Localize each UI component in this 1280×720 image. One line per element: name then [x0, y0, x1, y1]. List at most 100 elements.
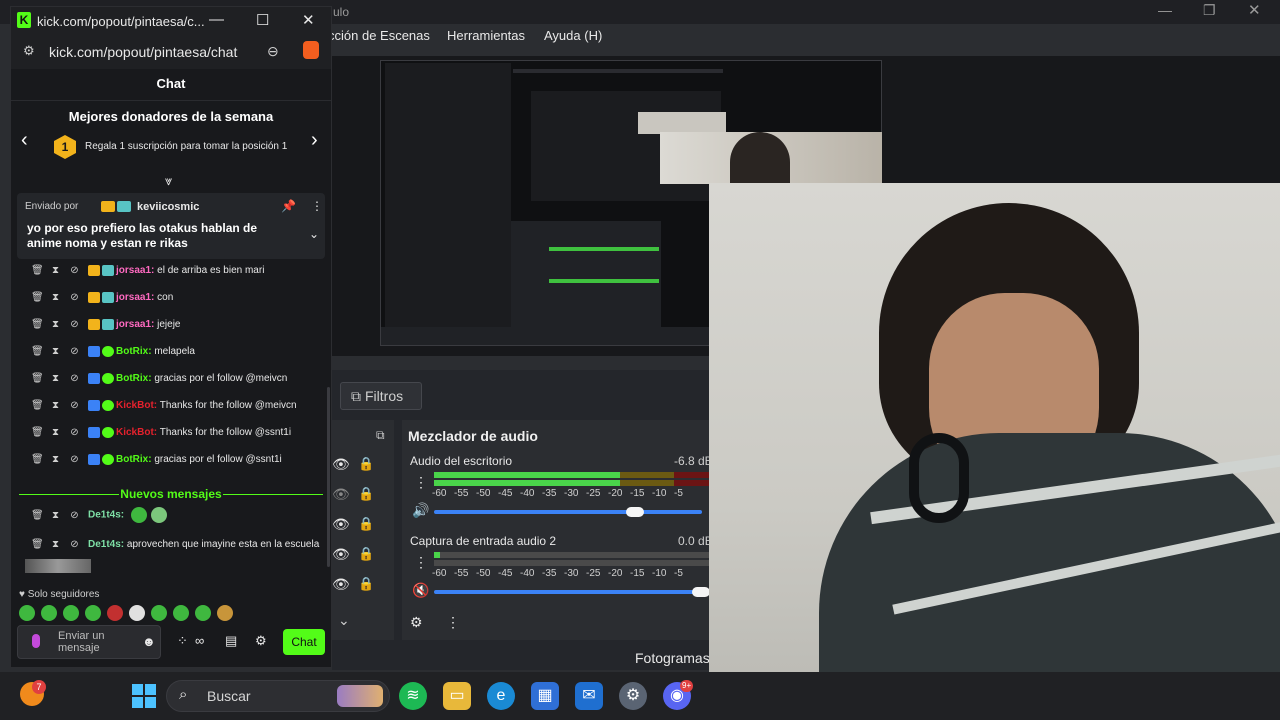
- lock-icon[interactable]: 🔒: [358, 456, 374, 472]
- emoji-icon[interactable]: ☻: [142, 634, 156, 649]
- more-options-icon[interactable]: ⋮: [414, 554, 428, 571]
- pin-icon[interactable]: 📌: [281, 199, 296, 213]
- timeout-icon[interactable]: ⧗: [50, 510, 61, 521]
- menu-scene-collection[interactable]: cción de Escenas: [328, 28, 430, 43]
- obs-minimize-icon[interactable]: —: [1158, 2, 1172, 18]
- emote-button[interactable]: [195, 605, 211, 621]
- emote-button[interactable]: [173, 605, 189, 621]
- delete-icon[interactable]: 🗑: [31, 510, 44, 521]
- outlook-icon[interactable]: ✉: [575, 682, 603, 710]
- site-settings-icon[interactable]: ⚙: [23, 43, 35, 59]
- volume-slider-knob[interactable]: [626, 507, 644, 517]
- lock-icon[interactable]: 🔒: [358, 486, 374, 502]
- delete-icon[interactable]: 🗑: [31, 346, 44, 357]
- store-icon[interactable]: ▦: [531, 682, 559, 710]
- timeout-icon[interactable]: ⧗: [50, 346, 61, 357]
- gear-icon[interactable]: ⚙: [410, 614, 423, 631]
- ban-icon[interactable]: ⊘: [69, 539, 80, 550]
- chat-username[interactable]: BotRix:: [116, 454, 152, 465]
- chat-username[interactable]: jorsaa1:: [116, 265, 154, 276]
- edge-icon[interactable]: e: [487, 682, 515, 710]
- delete-icon[interactable]: 🗑: [31, 292, 44, 303]
- ban-icon[interactable]: ⊘: [69, 400, 80, 411]
- chat-username[interactable]: BotRix:: [116, 373, 152, 384]
- more-options-icon[interactable]: ⋮: [311, 199, 323, 213]
- url-text[interactable]: kick.com/popout/pintaesa/chat: [49, 44, 237, 60]
- microphone-icon[interactable]: [32, 634, 40, 648]
- delete-icon[interactable]: 🗑: [31, 400, 44, 411]
- users-icon[interactable]: ⁘: [177, 633, 188, 649]
- lock-icon[interactable]: 🔒: [358, 576, 374, 592]
- close-icon[interactable]: ✕: [302, 11, 315, 29]
- timeout-icon[interactable]: ⧗: [50, 400, 61, 411]
- file-explorer-icon[interactable]: ▭: [443, 682, 471, 710]
- lock-icon[interactable]: 🔒: [358, 516, 374, 532]
- emote-button[interactable]: [19, 605, 35, 621]
- delete-icon[interactable]: 🗑: [31, 539, 44, 550]
- visibility-eye-off-icon[interactable]: 👁: [332, 486, 350, 503]
- volume-slider[interactable]: [434, 587, 710, 597]
- volume-slider[interactable]: [434, 507, 702, 517]
- delete-icon[interactable]: 🗑: [31, 265, 44, 276]
- timeout-icon[interactable]: ⧗: [50, 373, 61, 384]
- muted-speaker-icon[interactable]: 🔇: [412, 582, 429, 599]
- obs-maximize-icon[interactable]: ❐: [1203, 2, 1216, 19]
- message-input[interactable]: Enviar un mensaje ☻: [17, 625, 161, 659]
- ban-icon[interactable]: ⊘: [69, 265, 80, 276]
- filters-button[interactable]: ⧉ Filtros: [340, 382, 422, 410]
- ban-icon[interactable]: ⊘: [69, 319, 80, 330]
- ban-icon[interactable]: ⊘: [69, 510, 80, 521]
- spotify-icon[interactable]: ≋: [399, 682, 427, 710]
- chat-username[interactable]: De1t4s:: [88, 539, 124, 550]
- chat-username[interactable]: KickBot:: [116, 427, 157, 438]
- undock-icon[interactable]: ⧉: [376, 428, 385, 443]
- more-options-icon[interactable]: ⋮: [414, 474, 428, 491]
- chat-username[interactable]: jorsaa1:: [116, 292, 154, 303]
- ban-icon[interactable]: ⊘: [69, 454, 80, 465]
- emote-button[interactable]: [129, 605, 145, 621]
- delete-icon[interactable]: 🗑: [31, 373, 44, 384]
- send-chat-button[interactable]: Chat: [283, 629, 325, 655]
- chat-username[interactable]: KickBot:: [116, 400, 157, 411]
- timeout-icon[interactable]: ⧗: [50, 539, 61, 550]
- delete-icon[interactable]: 🗑: [31, 427, 44, 438]
- visibility-eye-icon[interactable]: 👁: [332, 516, 350, 533]
- pinned-username[interactable]: keviicosmic: [137, 201, 199, 213]
- chevron-down-icon[interactable]: ⌄: [338, 612, 350, 629]
- brave-shield-icon[interactable]: [303, 41, 319, 59]
- settings-icon[interactable]: ⚙: [619, 682, 647, 710]
- obs-close-icon[interactable]: ✕: [1248, 1, 1261, 19]
- ban-icon[interactable]: ⊘: [69, 346, 80, 357]
- address-bar[interactable]: ⚙ kick.com/popout/pintaesa/chat ⊖: [11, 35, 331, 69]
- more-options-icon[interactable]: ⋮: [446, 614, 460, 631]
- timeout-icon[interactable]: ⧗: [50, 265, 61, 276]
- zoom-icon[interactable]: ⊖: [267, 43, 279, 60]
- chat-username[interactable]: jorsaa1:: [116, 319, 154, 330]
- store-icon[interactable]: ▤: [225, 633, 237, 649]
- delete-icon[interactable]: 🗑: [31, 454, 44, 465]
- lock-icon[interactable]: 🔒: [358, 546, 374, 562]
- menu-tools[interactable]: Herramientas: [447, 28, 525, 43]
- emote-button[interactable]: [41, 605, 57, 621]
- emote-button[interactable]: [107, 605, 123, 621]
- volume-slider-knob[interactable]: [692, 587, 710, 597]
- windows-start-icon[interactable]: [132, 684, 156, 708]
- timeout-icon[interactable]: ⧗: [50, 292, 61, 303]
- gear-icon[interactable]: ⚙: [255, 633, 267, 649]
- emote-button[interactable]: [85, 605, 101, 621]
- ban-icon[interactable]: ⊘: [69, 373, 80, 384]
- delete-icon[interactable]: 🗑: [31, 319, 44, 330]
- timeout-icon[interactable]: ⧗: [50, 427, 61, 438]
- visibility-eye-icon[interactable]: 👁: [332, 456, 350, 473]
- maximize-icon[interactable]: ☐: [256, 11, 269, 29]
- scrollbar[interactable]: [327, 387, 330, 567]
- speaker-icon[interactable]: 🔊: [412, 502, 429, 519]
- menu-help[interactable]: Ayuda (H): [544, 28, 602, 43]
- timeout-icon[interactable]: ⧗: [50, 454, 61, 465]
- taskbar-search[interactable]: ⌕ Buscar: [166, 680, 390, 712]
- ban-icon[interactable]: ⊘: [69, 427, 80, 438]
- timeout-icon[interactable]: ⧗: [50, 319, 61, 330]
- emote-button[interactable]: [63, 605, 79, 621]
- emote-button[interactable]: [151, 605, 167, 621]
- chevron-down-icon[interactable]: ⌄: [309, 227, 319, 241]
